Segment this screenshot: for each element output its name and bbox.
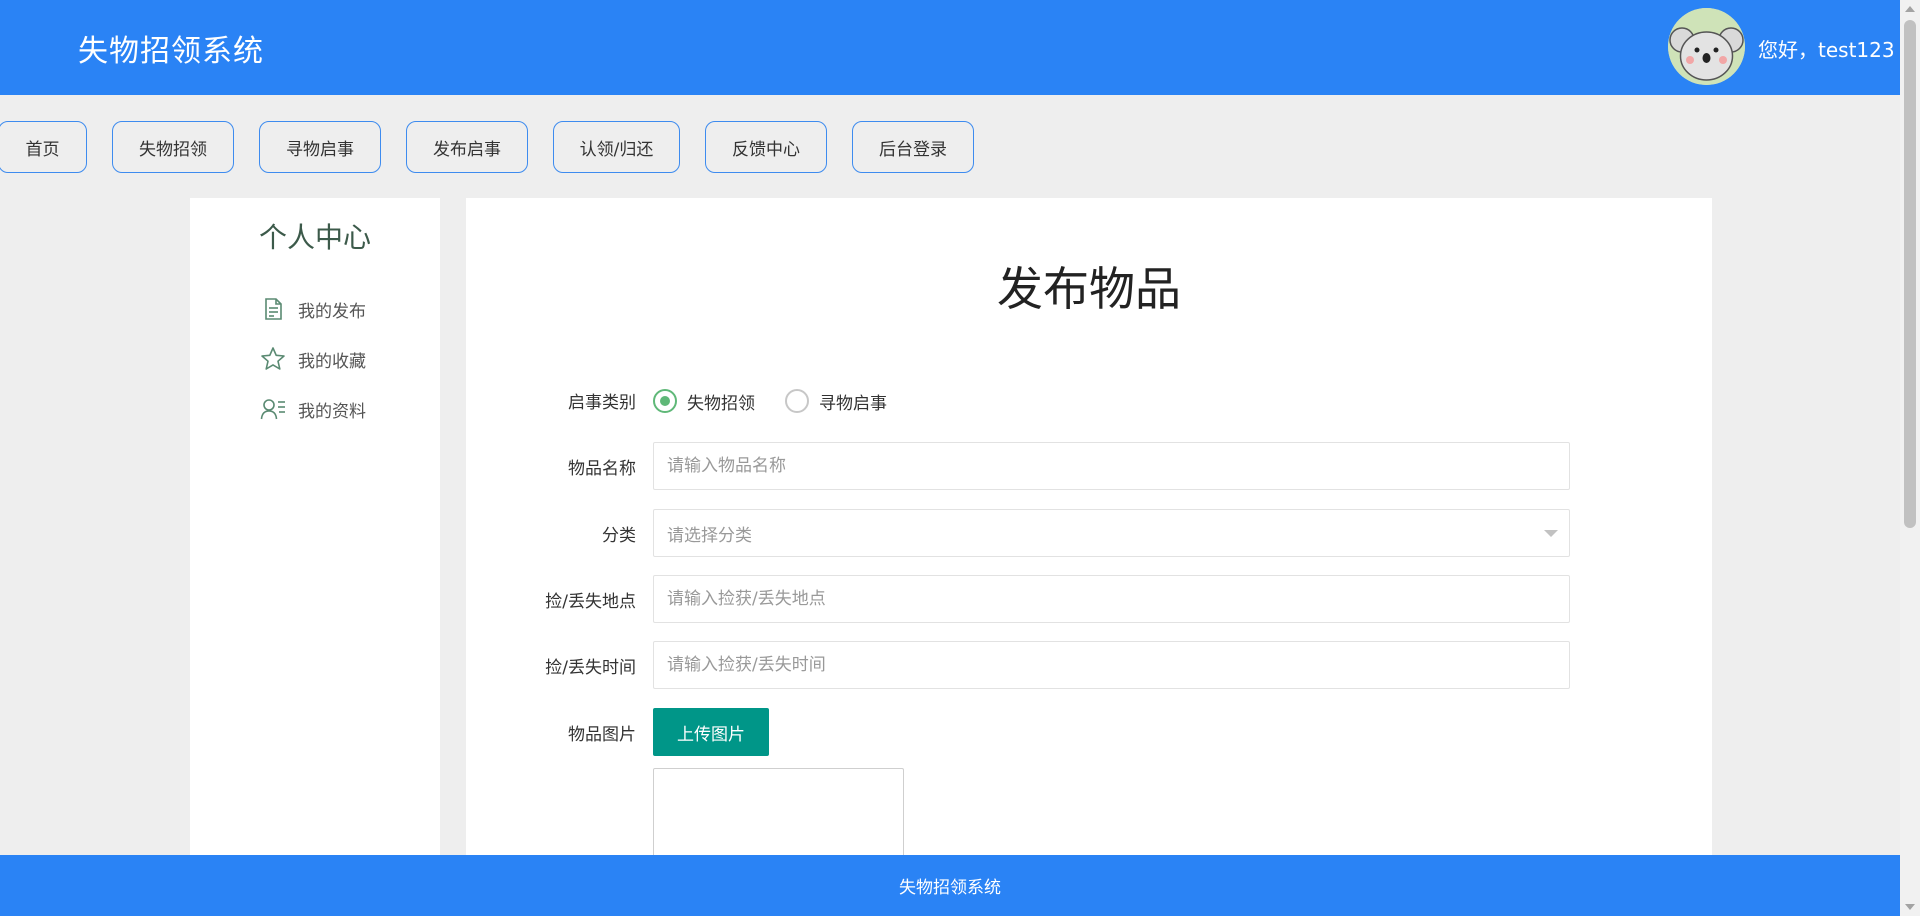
sidebar-item-label: 我的发布 (298, 301, 366, 322)
nav-admin-login[interactable]: 后台登录 (852, 121, 974, 173)
star-icon (261, 347, 285, 370)
nav-lost-found[interactable]: 失物招领 (112, 121, 234, 173)
publish-item-panel: 发布物品 启事类别 失物招领 寻物启事 物品名称 分类 请选择分类 捡/丢失地点… (466, 198, 1712, 868)
sidebar-title: 个人中心 (258, 221, 371, 254)
radio-label: 寻物启事 (819, 393, 887, 414)
main-nav: 首页 失物招领 寻物启事 发布启事 认领/归还 反馈中心 后台登录 (0, 121, 1000, 173)
type-radio-group: 失物招领 寻物启事 (653, 386, 917, 416)
time-input[interactable] (653, 641, 1570, 689)
nav-feedback[interactable]: 反馈中心 (705, 121, 827, 173)
sidebar-item-my-favorites[interactable]: 我的收藏 (260, 344, 366, 374)
profile-icon (260, 399, 285, 420)
sidebar-item-label: 我的收藏 (298, 351, 366, 372)
nav-seek-items[interactable]: 寻物启事 (259, 121, 381, 173)
sidebar-item-my-posts[interactable]: 我的发布 (260, 294, 366, 324)
nav-claim-return[interactable]: 认领/归还 (553, 121, 680, 173)
scroll-down-arrow-icon[interactable] (1905, 904, 1915, 910)
user-greeting: 您好，test123 (1758, 38, 1895, 62)
place-label: 捡/丢失地点 (545, 592, 636, 612)
upload-image-button[interactable]: 上传图片 (653, 708, 769, 756)
category-select-value[interactable]: 请选择分类 (653, 509, 1570, 557)
nav-publish[interactable]: 发布启事 (406, 121, 528, 173)
radio-unchecked-icon (785, 389, 809, 413)
koala-avatar-icon (1668, 8, 1745, 85)
item-name-label: 物品名称 (568, 459, 636, 479)
radio-label: 失物招领 (687, 393, 755, 414)
item-name-input[interactable] (653, 442, 1570, 490)
radio-checked-icon (653, 389, 677, 413)
top-header: 失物招领系统 您好，test123 (0, 0, 1900, 95)
sidebar-item-label: 我的资料 (298, 401, 366, 422)
page-title: 发布物品 (997, 262, 1181, 316)
radio-seek-item[interactable]: 寻物启事 (785, 389, 887, 414)
page-scrollbar[interactable] (1900, 0, 1920, 916)
time-label: 捡/丢失时间 (545, 658, 636, 678)
radio-lost-found[interactable]: 失物招领 (653, 389, 755, 414)
app-title: 失物招领系统 (78, 34, 264, 69)
footer: 失物招领系统 (0, 855, 1900, 916)
avatar[interactable] (1668, 8, 1745, 85)
type-label: 启事类别 (568, 393, 636, 413)
personal-center-sidebar: 个人中心 我的发布 我的收藏 我的资料 (190, 198, 440, 856)
nav-home[interactable]: 首页 (0, 121, 87, 173)
scrollbar-thumb[interactable] (1904, 20, 1916, 528)
image-preview (653, 768, 904, 868)
scroll-up-arrow-icon[interactable] (1905, 6, 1915, 12)
place-input[interactable] (653, 575, 1570, 623)
chevron-down-icon (1544, 530, 1558, 537)
sidebar-item-my-profile[interactable]: 我的资料 (260, 394, 366, 424)
image-label: 物品图片 (568, 725, 636, 745)
category-label: 分类 (602, 526, 636, 546)
document-icon (265, 298, 282, 320)
category-select[interactable]: 请选择分类 (653, 509, 1570, 557)
